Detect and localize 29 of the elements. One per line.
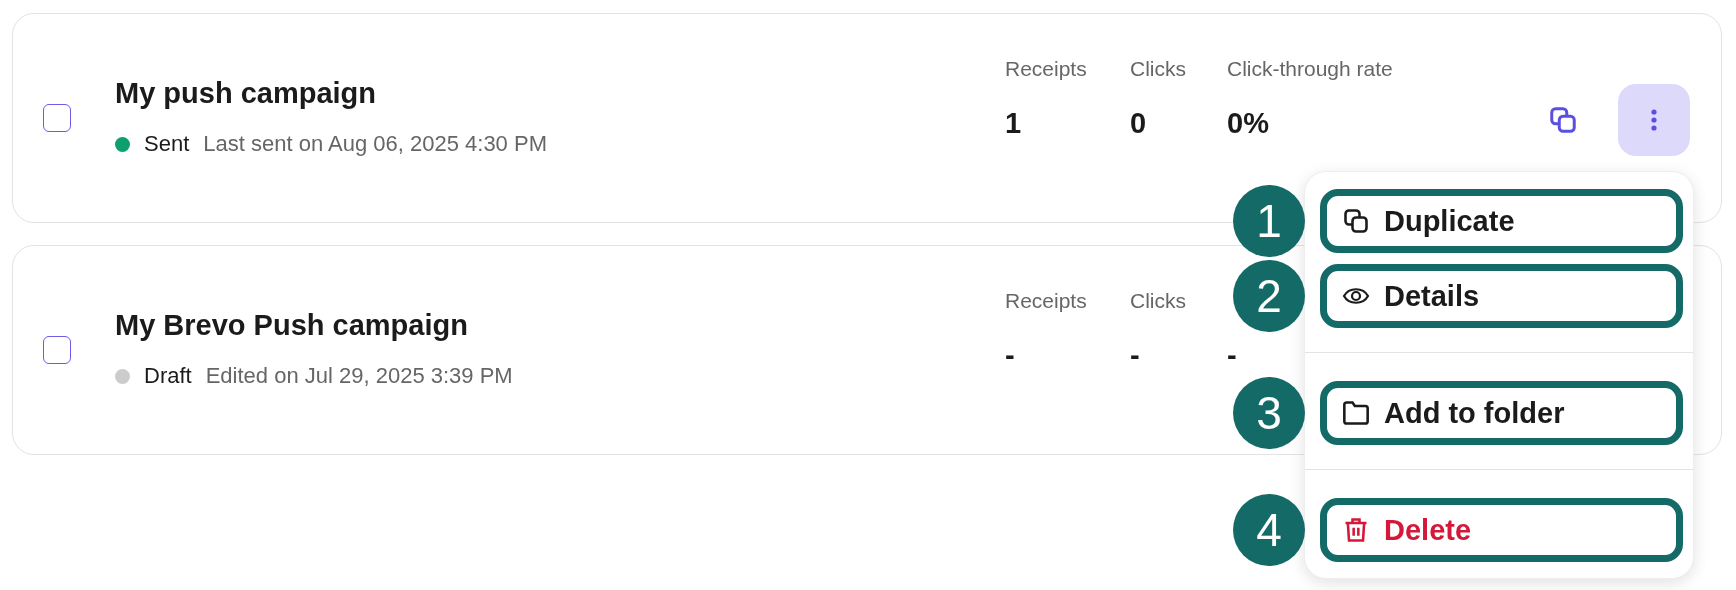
callout-number: 4 bbox=[1233, 494, 1305, 566]
menu-item[interactable]: Add to folder bbox=[1320, 381, 1683, 445]
stat-label: Click-through rate bbox=[1227, 57, 1393, 80]
meta-text: Edited on Jul 29, 2025 3:39 PM bbox=[205, 363, 513, 389]
menu-item[interactable]: Details bbox=[1320, 264, 1683, 328]
duplicate-icon[interactable] bbox=[1548, 105, 1578, 135]
more-icon bbox=[1651, 109, 1657, 131]
menu-item[interactable]: Delete bbox=[1320, 498, 1683, 562]
folder-icon bbox=[1342, 399, 1370, 427]
stat-value: - bbox=[1130, 338, 1141, 372]
meta-text: Last sent on Aug 06, 2025 4:30 PM bbox=[203, 131, 547, 157]
callout-number: 1 bbox=[1233, 185, 1305, 257]
stat-value: 1 bbox=[1005, 106, 1023, 140]
campaign-title: My push campaign bbox=[115, 76, 378, 110]
stat-value: - bbox=[1005, 338, 1016, 372]
stat-value: - bbox=[1227, 338, 1238, 372]
checkbox[interactable] bbox=[43, 336, 71, 364]
duplicate-icon bbox=[1342, 207, 1370, 235]
status-label: Draft bbox=[144, 363, 192, 389]
menu-item[interactable]: Duplicate bbox=[1320, 189, 1683, 253]
stat-value: 0 bbox=[1130, 106, 1148, 140]
stat-label: Receipts bbox=[1005, 57, 1087, 80]
stat-label: Receipts bbox=[1005, 289, 1087, 312]
campaign-title: My Brevo Push campaign bbox=[115, 308, 469, 342]
checkbox[interactable] bbox=[43, 104, 71, 132]
stat-label: Clicks bbox=[1130, 57, 1186, 80]
stat-value: 0% bbox=[1227, 106, 1270, 140]
stat-label: Clicks bbox=[1130, 289, 1186, 312]
status-label: Sent bbox=[144, 131, 190, 157]
